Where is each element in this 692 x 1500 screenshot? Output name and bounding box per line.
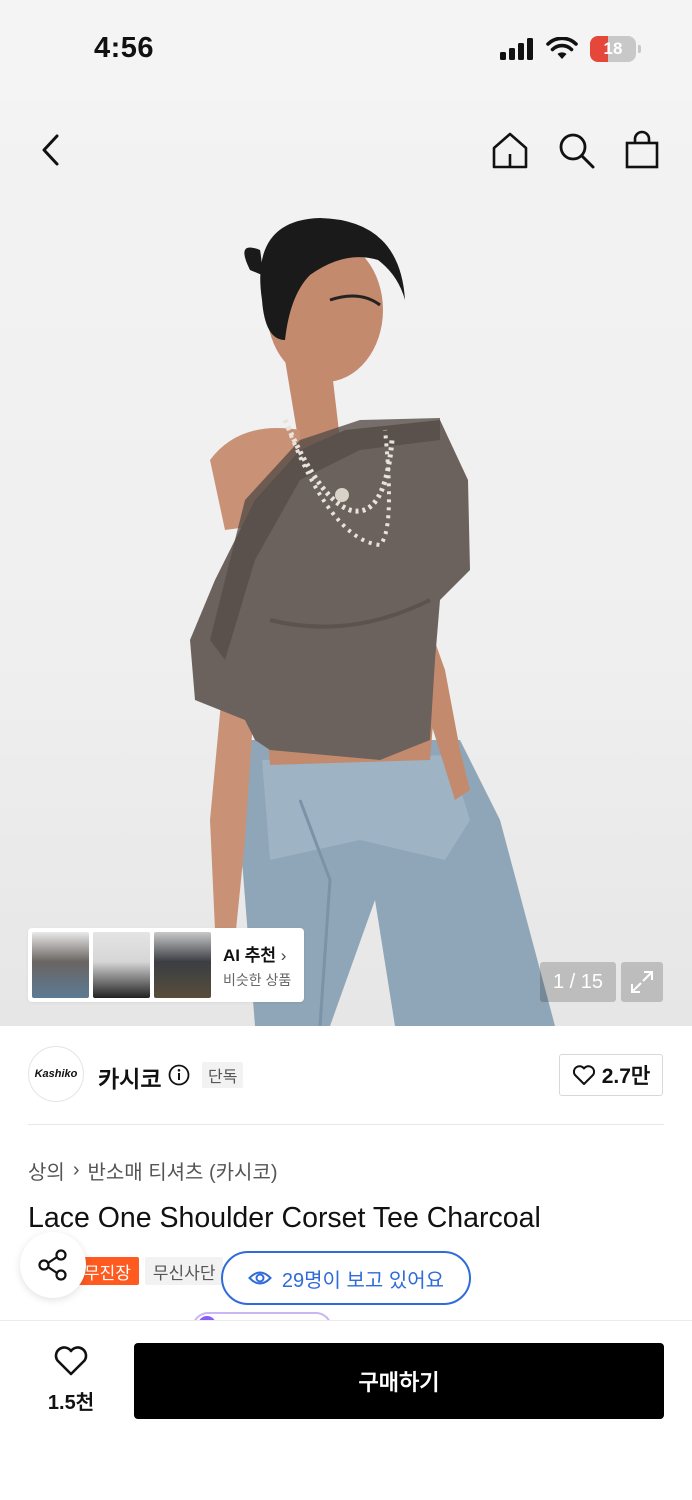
share-icon <box>38 1249 67 1281</box>
wishlist-button[interactable]: 1.5천 <box>36 1345 106 1415</box>
chevron-right-icon: › <box>280 945 287 965</box>
info-icon[interactable] <box>168 1064 190 1086</box>
product-photo <box>190 218 555 1026</box>
brand-row: Kashiko 카시코 단독 2.7만 <box>0 1026 692 1126</box>
breadcrumb-subcategory[interactable]: 반소매 티셔츠 (카시코) <box>87 1156 277 1185</box>
product-image-gallery[interactable]: AI 추천 › 비슷한 상품 1 / 15 <box>0 100 692 1026</box>
back-icon[interactable] <box>32 130 72 170</box>
brand-like-button[interactable]: 2.7만 <box>559 1054 663 1096</box>
battery-icon: 18 <box>590 36 641 62</box>
expand-icon[interactable] <box>621 962 663 1002</box>
search-icon[interactable] <box>556 130 596 170</box>
ai-thumbnail[interactable] <box>93 932 150 998</box>
ai-title: AI 추천 <box>223 945 277 965</box>
brand-name[interactable]: 카시코 <box>98 1060 161 1094</box>
breadcrumb-category[interactable]: 상의 <box>28 1156 65 1185</box>
buy-button[interactable]: 구매하기 <box>134 1343 664 1419</box>
heart-icon <box>572 1065 595 1085</box>
home-icon[interactable] <box>490 130 530 170</box>
heart-icon <box>54 1346 88 1376</box>
nav-actions <box>490 130 662 170</box>
brand-like-count: 2.7만 <box>601 1065 651 1088</box>
wishlist-count: 1.5천 <box>47 1392 95 1414</box>
status-bar: 4:56 18 <box>0 0 692 100</box>
shopping-bag-icon[interactable] <box>622 130 662 170</box>
viewers-text: 29명이 보고 있어요 <box>281 1269 445 1292</box>
tag-musinsa: 무신사단 <box>144 1257 224 1285</box>
image-counter: 1 / 15 <box>540 962 616 1002</box>
chevron-right-icon: › <box>72 1159 80 1181</box>
ai-thumbnail[interactable] <box>154 932 211 998</box>
ai-recommendation-card[interactable]: AI 추천 › 비슷한 상품 <box>28 928 304 1002</box>
wifi-icon <box>546 37 578 59</box>
eye-icon <box>248 1271 272 1285</box>
ai-thumbnail[interactable] <box>32 932 89 998</box>
bottom-action-bar: 1.5천 구매하기 <box>0 1320 692 1500</box>
brand-logo[interactable]: Kashiko <box>28 1046 84 1102</box>
share-button[interactable] <box>20 1232 86 1298</box>
battery-level: 18 <box>603 39 623 58</box>
top-navigation <box>0 100 692 200</box>
signal-icon <box>500 38 533 60</box>
status-time: 4:56 <box>94 32 155 64</box>
breadcrumb: 상의 › 반소매 티셔츠 (카시코) <box>28 1156 278 1185</box>
divider <box>28 1124 664 1125</box>
ai-recommendation-text[interactable]: AI 추천 › 비슷한 상품 <box>223 941 291 990</box>
status-icons: 18 <box>500 36 641 62</box>
viewers-pill: 29명이 보고 있어요 <box>221 1251 471 1305</box>
product-title: Lace One Shoulder Corset Tee Charcoal <box>28 1202 541 1234</box>
exclusive-badge: 단독 <box>202 1062 244 1088</box>
ai-subtitle: 비슷한 상품 <box>223 971 292 988</box>
